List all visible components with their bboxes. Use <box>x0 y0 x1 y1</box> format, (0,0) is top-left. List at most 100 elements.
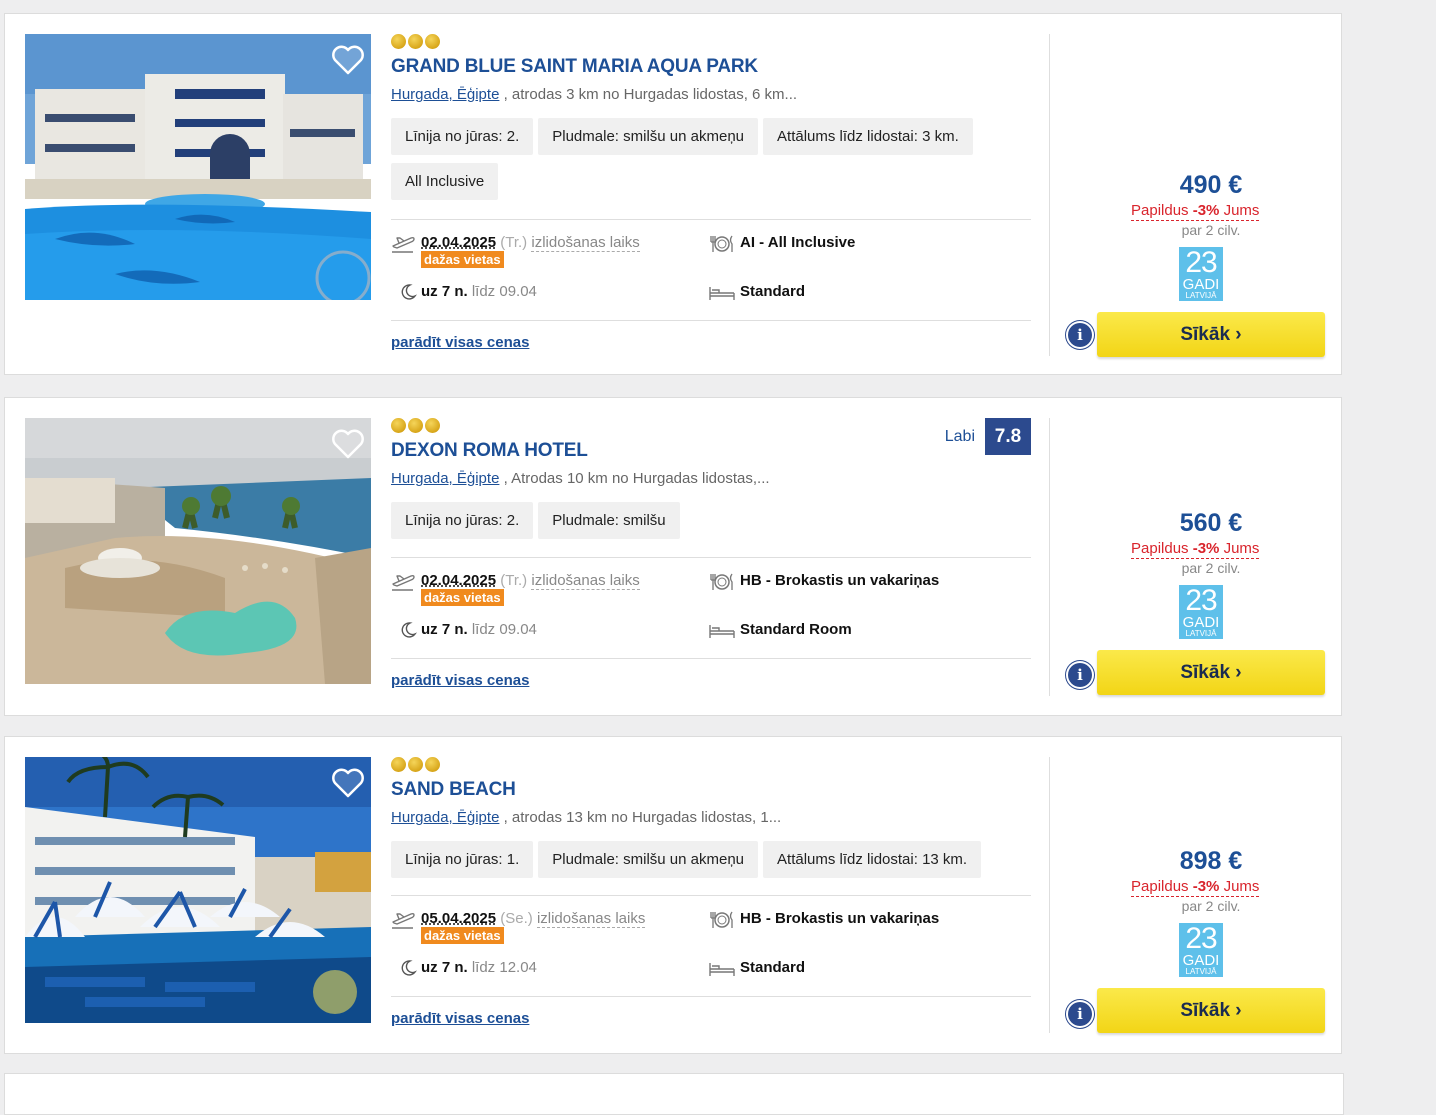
plane-takeoff-icon <box>392 236 415 253</box>
price-per-people: par 2 cilv. <box>1181 898 1241 914</box>
tag-sea-line: Līnija no jūras: 2. <box>391 502 534 539</box>
favorite-heart-icon[interactable] <box>331 428 365 460</box>
hotel-tags: Līnija no jūras: 2. Pludmale: smilšu <box>391 502 1031 547</box>
price-per-people: par 2 cilv. <box>1181 560 1241 576</box>
location-link[interactable]: Hurgada, Ēģipte <box>391 809 499 826</box>
tag-board: All Inclusive <box>391 163 499 200</box>
show-all-prices-link[interactable]: parādīt visas cenas <box>391 1010 529 1027</box>
price: 898 € <box>1179 847 1243 875</box>
divider <box>391 996 1031 997</box>
meal-plan: HB - Brokastis un vakariņas <box>740 910 940 927</box>
tag-airport-distance: Attālums līdz lidostai: 13 km. <box>763 841 982 878</box>
star-icon <box>425 757 440 772</box>
star-icon <box>408 757 423 772</box>
location-link[interactable]: Hurgada, Ēģipte <box>391 86 499 103</box>
star-icon <box>391 418 406 433</box>
bed-icon <box>709 963 735 976</box>
anniversary-logo: 23 GADI LATVIJĀ <box>1179 923 1223 977</box>
divider <box>391 219 1031 220</box>
hotel-info: GRAND BLUE SAINT MARIA AQUA PARK Hurgada… <box>391 14 1031 374</box>
room-type: Standard <box>740 959 806 976</box>
details-button[interactable]: Sīkāk › <box>1097 312 1325 357</box>
location-description: , atrodas 3 km no Hurgadas lidostas, 6 k… <box>499 86 798 103</box>
tag-airport-distance: Attālums līdz lidostai: 3 km. <box>763 118 973 155</box>
vertical-divider <box>1049 34 1050 356</box>
duration-row: uz 7 n. līdz 09.04 Standard <box>391 283 1031 307</box>
promo-discount[interactable]: Papildus -3% Jums <box>1131 878 1260 897</box>
guest-rating[interactable]: Labi 7.8 <box>931 418 1031 455</box>
location-link[interactable]: Hurgada, Ēģipte <box>391 470 499 487</box>
star-icon <box>425 418 440 433</box>
price: 490 € <box>1179 171 1243 199</box>
hotel-photo[interactable] <box>25 757 371 1023</box>
location-description: , Atrodas 10 km no Hurgadas lidostas,... <box>499 470 770 487</box>
hotel-location: Hurgada, Ēģipte , Atrodas 10 km no Hurga… <box>391 470 770 487</box>
tag-beach: Pludmale: smilšu un akmeņu <box>538 841 759 878</box>
departure-date[interactable]: 05.04.2025 (Se.) izlidošanas laiks <box>421 910 646 928</box>
hotel-name-link[interactable]: SAND BEACH <box>391 779 516 801</box>
star-icon <box>408 34 423 49</box>
show-all-prices-link[interactable]: parādīt visas cenas <box>391 334 529 351</box>
hotel-name-link[interactable]: GRAND BLUE SAINT MARIA AQUA PARK <box>391 56 758 78</box>
meal-plate-icon <box>710 911 733 928</box>
location-description: , atrodas 13 km no Hurgadas lidostas, 1.… <box>499 809 782 826</box>
star-icon <box>408 418 423 433</box>
hotel-photo[interactable] <box>25 34 371 300</box>
info-icon[interactable]: i <box>1068 663 1092 687</box>
tag-sea-line: Līnija no jūras: 2. <box>391 118 534 155</box>
favorite-heart-icon[interactable] <box>331 44 365 76</box>
promo-discount[interactable]: Papildus -3% Jums <box>1131 540 1260 559</box>
details-button[interactable]: Sīkāk › <box>1097 650 1325 695</box>
bed-icon <box>709 287 735 300</box>
favorite-heart-icon[interactable] <box>331 767 365 799</box>
meal-plan: HB - Brokastis un vakariņas <box>740 572 940 589</box>
plane-takeoff-icon <box>392 912 415 929</box>
few-places-badge: dažas vietas <box>421 251 504 268</box>
room-type: Standard <box>740 283 806 300</box>
info-icon[interactable]: i <box>1068 1002 1092 1026</box>
nights-duration: uz 7 n. līdz 09.04 <box>421 621 537 638</box>
bed-icon <box>709 625 735 638</box>
divider <box>391 895 1031 896</box>
anniversary-logo: 23 GADI LATVIJĀ <box>1179 247 1223 301</box>
hotel-card: GRAND BLUE SAINT MARIA AQUA PARK Hurgada… <box>4 13 1342 375</box>
star-icon <box>391 757 406 772</box>
tag-beach: Pludmale: smilšu un akmeņu <box>538 118 759 155</box>
plane-takeoff-icon <box>392 574 415 591</box>
hotel-location: Hurgada, Ēģipte , atrodas 3 km no Hurgad… <box>391 86 797 103</box>
vertical-divider <box>1049 418 1050 696</box>
info-icon[interactable]: i <box>1068 323 1092 347</box>
star-icon <box>391 34 406 49</box>
vertical-divider <box>1049 757 1050 1033</box>
hotel-photo-image <box>25 34 371 300</box>
promo-discount[interactable]: Papildus -3% Jums <box>1131 202 1260 221</box>
moon-icon <box>401 960 417 976</box>
divider <box>391 557 1031 558</box>
star-icon <box>425 34 440 49</box>
hotel-photo[interactable] <box>25 418 371 684</box>
tag-sea-line: Līnija no jūras: 1. <box>391 841 534 878</box>
show-all-prices-link[interactable]: parādīt visas cenas <box>391 672 529 689</box>
departure-date[interactable]: 02.04.2025 (Tr.) izlidošanas laiks <box>421 572 640 590</box>
meal-plan: AI - All Inclusive <box>740 234 856 251</box>
nights-duration: uz 7 n. līdz 12.04 <box>421 959 537 976</box>
departure-row: 02.04.2025 (Tr.) izlidošanas laiks dažas… <box>391 234 1031 274</box>
price-per-people: par 2 cilv. <box>1181 222 1241 238</box>
details-button[interactable]: Sīkāk › <box>1097 988 1325 1033</box>
departure-date[interactable]: 02.04.2025 (Tr.) izlidošanas laiks <box>421 234 640 252</box>
rating-label: Labi <box>944 428 975 445</box>
hotel-name-link[interactable]: DEXON ROMA HOTEL <box>391 440 588 462</box>
next-hotel-card <box>4 1073 1344 1115</box>
hotel-stars <box>391 418 442 434</box>
meal-plate-icon <box>710 573 733 590</box>
meal-plate-icon <box>710 235 733 252</box>
anniversary-logo: 23 GADI LATVIJĀ <box>1179 585 1223 639</box>
divider <box>391 320 1031 321</box>
hotel-info: SAND BEACH Hurgada, Ēģipte , atrodas 13 … <box>391 737 1031 1053</box>
hotel-stars <box>391 34 442 50</box>
hotel-info: Labi 7.8 DEXON ROMA HOTEL Hurgada, Ēģipt… <box>391 398 1031 715</box>
divider <box>391 658 1031 659</box>
hotel-tags: Līnija no jūras: 2. Pludmale: smilšu un a… <box>391 118 1031 208</box>
departure-row: 05.04.2025 (Se.) izlidošanas laiks dažas… <box>391 910 1031 950</box>
price: 560 € <box>1179 509 1243 537</box>
